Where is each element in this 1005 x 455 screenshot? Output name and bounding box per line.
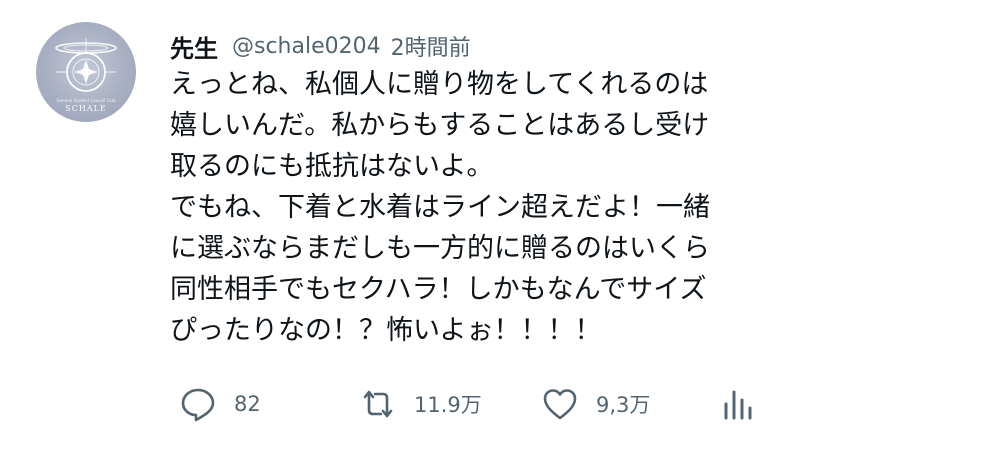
- reply-icon: [178, 384, 218, 424]
- analytics-button[interactable]: [718, 384, 758, 424]
- tweet-text-line: ぴったりなの！？怖いよぉ！！！！: [170, 315, 602, 346]
- reply-button[interactable]: 82: [178, 384, 261, 424]
- author-handle[interactable]: @schale0204: [232, 34, 381, 59]
- retweet-icon: [358, 384, 398, 424]
- tweet-text-line: 同性相手でもセクハラ！しかもなんでサイズ: [170, 274, 707, 305]
- emblem-subtext: General Student Council Club: [56, 98, 115, 103]
- timestamp[interactable]: 2時間前: [391, 30, 471, 62]
- tweet-text-line: 嬉しいんだ。私からもすることはあるし受け: [170, 110, 710, 141]
- tweet-text-line: えっとね、私個人に贈り物をしてくれるのは: [170, 69, 709, 100]
- analytics-icon: [718, 384, 758, 424]
- reply-count: 82: [234, 392, 261, 416]
- halo-crest-icon: General Student Council Club SCHALE: [55, 38, 117, 113]
- tweet-text-line: でもね、下着と水着はライン超えだよ！一緒: [170, 192, 710, 223]
- tweet-text-line: に選ぶならまだしも一方的に贈るのはいくら: [170, 233, 710, 264]
- like-count: 9,3万: [596, 393, 651, 417]
- tweet-text: えっとね、私個人に贈り物をしてくれるのは 嬉しいんだ。私からもすることはあるし受…: [170, 64, 790, 351]
- tweet-header: 先生 @schale0204 2時間前: [170, 28, 471, 64]
- like-button[interactable]: 9,3万: [540, 384, 650, 424]
- avatar[interactable]: General Student Council Club SCHALE: [36, 22, 136, 122]
- action-bar: 82 11.9万 9,3万: [178, 384, 778, 424]
- tweet-text-line: 取るのにも抵抗はないよ。: [170, 151, 494, 182]
- retweet-count: 11.9万: [414, 393, 482, 417]
- author-name[interactable]: 先生: [170, 29, 218, 64]
- retweet-button[interactable]: 11.9万: [358, 384, 482, 424]
- heart-icon: [540, 384, 580, 424]
- emblem-text: SCHALE: [65, 104, 107, 113]
